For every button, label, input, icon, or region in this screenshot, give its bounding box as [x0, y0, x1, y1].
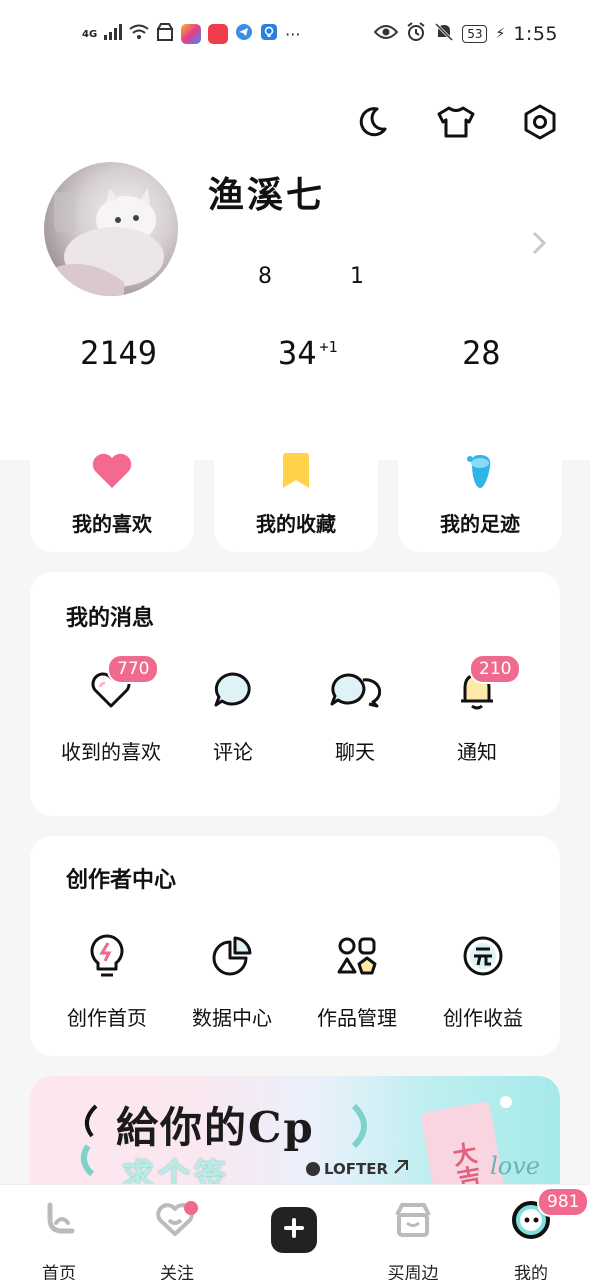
my-likes-label: 我的喜欢: [72, 512, 152, 536]
bulb-icon: [87, 933, 127, 983]
settings-icon[interactable]: [520, 100, 560, 144]
nav-home[interactable]: 首页: [14, 1199, 104, 1280]
my-footprints-card[interactable]: 我的足迹: [398, 432, 562, 552]
moon-icon[interactable]: [352, 100, 392, 144]
lofter-logo-icon: [306, 1162, 320, 1176]
received-likes-item[interactable]: 770 收到的喜欢: [46, 654, 176, 765]
creator-income-item[interactable]: 创作收益: [418, 932, 548, 1031]
banner-brand: LOFTER: [306, 1158, 410, 1180]
comments-item[interactable]: 评论: [168, 666, 298, 765]
app-icon-1: [181, 24, 202, 44]
shirt-icon[interactable]: [436, 100, 476, 144]
likes-badge: 770: [107, 654, 160, 684]
app-icon-2: [208, 24, 229, 44]
shop-icon: [393, 1199, 433, 1241]
charging-icon: ⚡: [495, 26, 506, 42]
profile-stats: 2149 34 +1 28: [0, 334, 590, 378]
messages-card: 我的消息 770 收到的喜欢 评论 聊天 210 通知: [30, 572, 560, 816]
profile-small-counts: 8 1: [258, 264, 364, 289]
store-icon: [156, 23, 174, 45]
my-collections-card[interactable]: 我的收藏: [214, 432, 378, 552]
creator-income-label: 创作收益: [443, 1006, 523, 1030]
pie-chart-icon: [210, 934, 254, 982]
nav-shop-label: 买周边: [387, 1264, 439, 1280]
stat-2-increment: +1: [319, 338, 338, 357]
chat-icon: [329, 670, 382, 714]
bookmark-icon: [280, 450, 312, 492]
me-icon: 981: [511, 1187, 590, 1241]
messages-title: 我的消息: [66, 606, 155, 631]
apps-icon: [335, 934, 379, 982]
notifications-label: 通知: [457, 740, 497, 764]
received-likes-label: 收到的喜欢: [61, 740, 161, 764]
me-badge: 981: [537, 1187, 590, 1217]
comments-label: 评论: [213, 740, 253, 764]
username: 渔溪七: [208, 174, 326, 216]
comment-icon: [212, 670, 254, 714]
chat-item[interactable]: 聊天: [290, 666, 420, 765]
status-bar: 4G ··· 53 ⚡ 1:55: [0, 0, 590, 68]
data-center-label: 数据中心: [192, 1006, 272, 1030]
more-icon: ···: [285, 24, 301, 44]
creator-home-label: 创作首页: [67, 1006, 147, 1030]
my-likes-card[interactable]: 我的喜欢: [30, 432, 194, 552]
nav-follow-label: 关注: [160, 1264, 194, 1280]
home-icon: [42, 1199, 76, 1241]
nav-shop[interactable]: 买周边: [368, 1199, 458, 1280]
stat-2[interactable]: 34 +1: [278, 334, 338, 372]
network-label: 4G: [82, 28, 98, 40]
stat-2-value: 34: [278, 334, 317, 372]
mute-bell-icon: [434, 22, 454, 46]
banner-brand-label: LOFTER: [324, 1160, 389, 1178]
creator-home-item[interactable]: 创作首页: [42, 932, 172, 1031]
data-center-item[interactable]: 数据中心: [167, 932, 297, 1031]
plus-icon: [283, 1217, 305, 1243]
heart-icon: [91, 450, 133, 492]
yuan-icon: [461, 934, 505, 982]
notifications-item[interactable]: 210 通知: [412, 654, 542, 765]
avatar[interactable]: [44, 162, 178, 296]
nav-home-label: 首页: [42, 1264, 76, 1280]
add-post-button[interactable]: [271, 1207, 317, 1253]
footprint-icon: [462, 450, 498, 492]
nav-me-label: 我的: [514, 1264, 548, 1280]
eye-icon: [373, 24, 399, 44]
nav-follow[interactable]: 关注: [132, 1199, 222, 1280]
creator-center-card: 创作者中心 创作首页 数据中心 作品管理 创作收益: [30, 836, 560, 1056]
small-count-2: 1: [350, 264, 364, 289]
chevron-right-icon[interactable]: [532, 230, 547, 260]
my-collections-label: 我的收藏: [256, 512, 336, 536]
signal-icon: [104, 24, 123, 44]
stat-1-value: 2149: [80, 334, 158, 372]
banner-love-text: love: [490, 1152, 540, 1180]
follow-icon: [155, 1199, 199, 1241]
notifications-badge: 210: [469, 654, 522, 684]
bulb-app-icon: [260, 23, 278, 45]
small-count-1: 8: [258, 264, 272, 289]
stat-3[interactable]: 28: [462, 334, 501, 372]
header-actions: [352, 100, 560, 144]
clock: 1:55: [513, 23, 558, 45]
nav-me[interactable]: 981 我的: [486, 1187, 590, 1280]
wifi-icon: [129, 24, 149, 44]
creator-title: 创作者中心: [66, 868, 177, 893]
stat-3-value: 28: [462, 334, 501, 372]
stat-1[interactable]: 2149: [80, 334, 157, 372]
alarm-icon: [406, 22, 426, 46]
works-manage-label: 作品管理: [317, 1006, 397, 1030]
battery-level: 53: [462, 25, 488, 43]
works-manage-item[interactable]: 作品管理: [292, 932, 422, 1031]
arrow-up-right-icon: [392, 1158, 410, 1180]
banner-title: 給你的Cp: [116, 1103, 315, 1152]
telegram-icon: [235, 23, 253, 45]
chat-label: 聊天: [335, 740, 375, 764]
my-footprints-label: 我的足迹: [440, 512, 520, 536]
